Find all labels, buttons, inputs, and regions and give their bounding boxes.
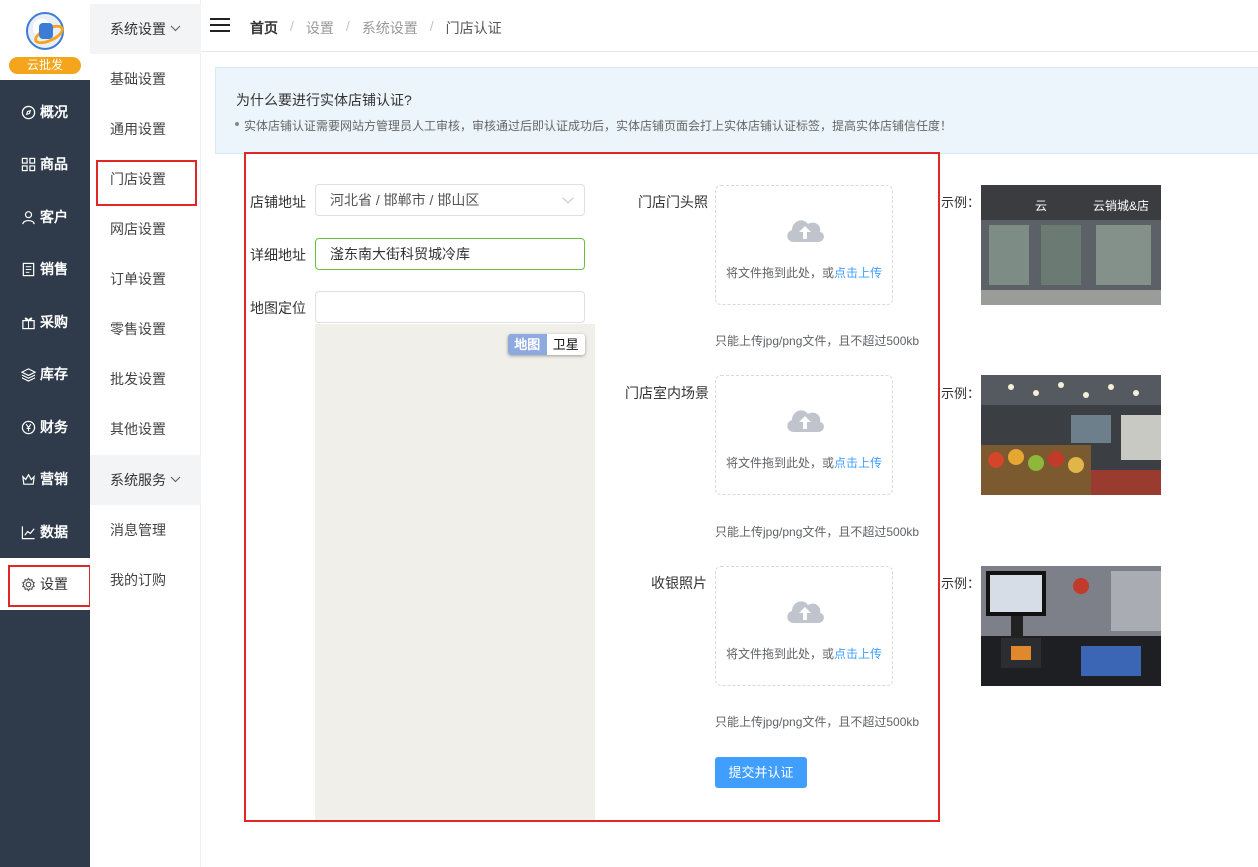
- top-header: 首页 / 设置 / 系统设置 / 门店认证: [201, 0, 1258, 52]
- layers-icon: [20, 366, 36, 382]
- nav-label: 销售: [40, 261, 68, 277]
- nav-label: 客户: [40, 209, 68, 225]
- nav-item-data[interactable]: 数据: [0, 506, 90, 558]
- breadcrumb-home[interactable]: 首页: [250, 18, 278, 38]
- example-photo-storefront: 云 云销城&店: [981, 185, 1161, 305]
- storefront-sign-right: 云销城&店: [1093, 199, 1149, 213]
- example-label: 示例：: [941, 576, 981, 591]
- storefront-sign-left: 云: [1035, 199, 1047, 213]
- submenu-item-online-store[interactable]: 网店设置: [90, 204, 201, 254]
- breadcrumb-separator: /: [290, 18, 294, 34]
- highlight-form-area: [244, 152, 940, 822]
- submenu-item-order[interactable]: 订单设置: [90, 254, 201, 304]
- grid-icon: [20, 156, 36, 172]
- breadcrumb-separator: /: [429, 18, 434, 34]
- banner-title: 为什么要进行实体店铺认证?: [236, 92, 412, 108]
- brand-logo: [26, 12, 64, 50]
- info-banner: 为什么要进行实体店铺认证? 实体店铺认证需要网站方管理员人工审核，审核通过后即认…: [215, 67, 1258, 154]
- breadcrumb-system-settings[interactable]: 系统设置: [362, 18, 418, 38]
- submenu-item-other[interactable]: 其他设置: [90, 404, 201, 454]
- nav-item-finance[interactable]: 财务: [0, 401, 90, 453]
- banner-description: 实体店铺认证需要网站方管理员人工审核，审核通过后即认证成功后，实体店铺页面会打上…: [234, 119, 953, 133]
- nav-label: 概况: [40, 104, 68, 120]
- submenu-group-system-services[interactable]: 系统服务: [90, 455, 201, 505]
- nav-label: 营销: [40, 471, 68, 487]
- menu-toggle-icon[interactable]: [210, 18, 230, 33]
- nav-item-sales[interactable]: 销售: [0, 243, 90, 295]
- nav-label: 数据: [40, 524, 68, 540]
- user-icon: [20, 209, 36, 225]
- chart-icon: [20, 524, 36, 540]
- nav-item-products[interactable]: 商品: [0, 138, 90, 190]
- breadcrumb: 首页 / 设置 / 系统设置 / 门店认证: [250, 18, 502, 38]
- brand-badge: 云批发: [9, 57, 81, 74]
- highlight-store-settings: [96, 160, 197, 206]
- submenu-item-wholesale[interactable]: 批发设置: [90, 354, 201, 404]
- nav-item-marketing[interactable]: 营销: [0, 453, 90, 505]
- example-photo-interior: [981, 375, 1161, 495]
- highlight-settings: [8, 565, 91, 607]
- crown-icon: [20, 471, 36, 487]
- submenu-group-label: 系统设置: [110, 21, 166, 37]
- example-photo-cashier: [981, 566, 1161, 686]
- nav-label: 商品: [40, 156, 68, 172]
- example-label: 示例：: [941, 195, 981, 210]
- submenu-item-basic[interactable]: 基础设置: [90, 54, 201, 104]
- chevron-down-icon: [170, 23, 181, 35]
- nav-label: 库存: [40, 366, 68, 382]
- dashboard-icon: [20, 104, 36, 120]
- nav-label: 财务: [40, 419, 68, 435]
- breadcrumb-current: 门店认证: [445, 20, 502, 36]
- nav-item-customers[interactable]: 客户: [0, 191, 90, 243]
- main-sidebar: 云批发 概况 商品 客户 销售 采购 库存 财务 营销 数据 设置: [0, 0, 91, 867]
- brand-area: 云批发: [0, 0, 90, 80]
- example-label: 示例：: [941, 386, 981, 401]
- breadcrumb-settings[interactable]: 设置: [306, 18, 334, 38]
- document-icon: [20, 261, 36, 277]
- app-root: 云批发 概况 商品 客户 销售 采购 库存 财务 营销 数据 设置 系统设置 基…: [0, 0, 1258, 867]
- nav-label: 采购: [40, 314, 68, 330]
- breadcrumb-separator: /: [345, 18, 350, 34]
- yen-icon: [20, 419, 36, 435]
- submenu-group-system-settings[interactable]: 系统设置: [90, 4, 201, 54]
- nav-item-inventory[interactable]: 库存: [0, 348, 90, 400]
- submenu-item-general[interactable]: 通用设置: [90, 104, 201, 154]
- nav-item-purchase[interactable]: 采购: [0, 296, 90, 348]
- gift-icon: [20, 314, 36, 330]
- submenu-item-messages[interactable]: 消息管理: [90, 505, 201, 555]
- submenu-group-label: 系统服务: [110, 472, 166, 488]
- settings-submenu: 系统设置 基础设置 通用设置 门店设置 网店设置 订单设置 零售设置 批发设置 …: [90, 0, 201, 867]
- chevron-down-icon: [170, 474, 181, 486]
- nav-item-overview[interactable]: 概况: [0, 86, 90, 138]
- submenu-item-subscriptions[interactable]: 我的订购: [90, 555, 201, 605]
- submenu-item-retail[interactable]: 零售设置: [90, 304, 201, 354]
